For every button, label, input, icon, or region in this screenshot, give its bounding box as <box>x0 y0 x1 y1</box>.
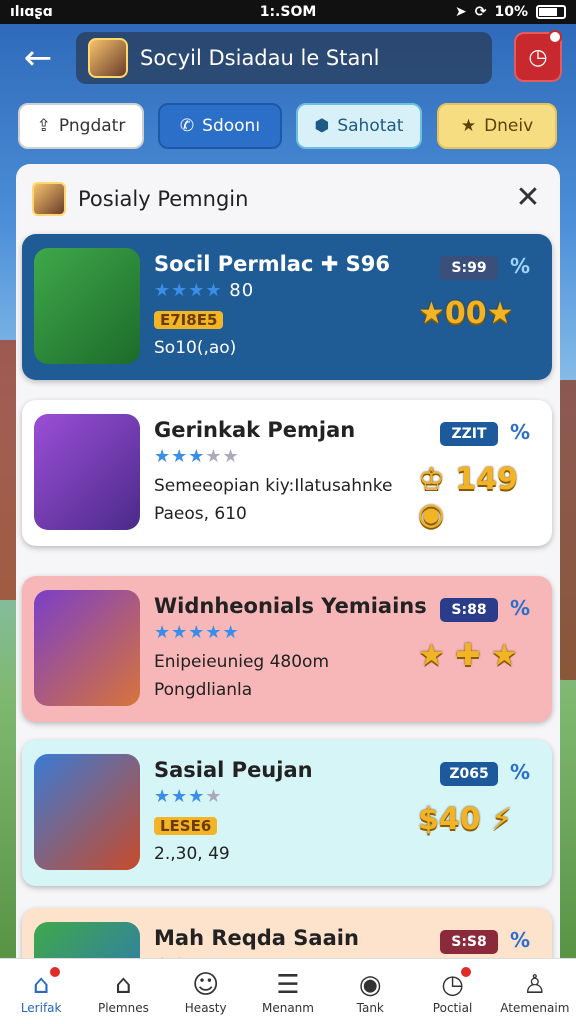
house-outline-icon: ⌂ <box>115 969 132 1000</box>
game-detail: Semeeopian kiy:Ilatusahnke <box>154 476 393 496</box>
rating-stars: ★★★★ <box>154 786 223 807</box>
panel-header: Posialy Pemngin <box>16 164 560 234</box>
tab-label: Plemnes <box>97 1000 149 1015</box>
game-card[interactable]: Widnheonials Yemiains ★★★★★ Enipeieunieg 4… <box>22 576 552 722</box>
tab-lerifak[interactable]: ⌂ Lerifak <box>0 959 82 1024</box>
panel-avatar <box>32 182 66 216</box>
status-badge: S:99 <box>440 256 498 280</box>
game-subtext: Pongdlianla <box>154 680 253 700</box>
game-icon <box>34 754 140 870</box>
notification-dot <box>548 30 562 44</box>
tab-menanm[interactable]: ☰ Menanm <box>247 959 329 1024</box>
chip-pngdatr[interactable]: ⇪ Pngdatr <box>18 103 144 149</box>
chip-label: Dneiv <box>484 116 534 136</box>
reward-badge[interactable]: ★00★ <box>418 296 514 331</box>
bottom-tab-bar: ⌂ Lerifak ⌂ Plemnes ☺ Heasty ☰ Menanm ◉ Tank ◷ Poct… <box>0 958 576 1024</box>
game-card[interactable]: Mah Reqda Saain★★S:S8% <box>22 908 552 964</box>
notification-icon: ◷ <box>528 44 548 70</box>
tab-notification-dot <box>48 965 62 979</box>
battery-icon <box>536 5 566 19</box>
game-name: Mah Reqda Saain <box>154 926 359 950</box>
game-subtext: 2.,30, 49 <box>154 844 230 864</box>
chip-label: Pngdatr <box>58 116 126 136</box>
tab-label: Poctial <box>432 1000 473 1015</box>
rating-stars: ★★★★★ <box>154 622 240 643</box>
status-badge: S:S8 <box>440 930 498 954</box>
game-icon <box>34 248 140 364</box>
tab-label: Atemenaim <box>500 1000 570 1015</box>
person-icon: ♙ <box>523 969 547 1000</box>
top-bar: ← Socyil Dsiadau le Stanl ◷ <box>0 24 576 96</box>
tab-label: Tank <box>356 1000 384 1015</box>
game-card[interactable]: Gerinkak Pemjan ★★★★★ Semeeopian kiy:Ilatu… <box>22 400 552 546</box>
status-badge: S:88 <box>440 598 498 622</box>
rating-stars: ★★★★ 80 <box>154 280 255 301</box>
status-badge: Z065 <box>440 762 498 786</box>
chip-label: Sahotat <box>337 116 404 136</box>
tab-poctial[interactable]: ◷ Poctial <box>411 959 493 1024</box>
percent-icon: % <box>510 928 531 952</box>
percent-icon: % <box>510 420 531 444</box>
status-time: 1:.SOM <box>259 4 317 20</box>
game-subtext: Paeos, 610 <box>154 504 247 524</box>
chat-icon: ◉ <box>358 969 382 1000</box>
games-panel: Posialy Pemngin ✕ Socil Permlac ✚ S96 ★★★… <box>16 164 560 964</box>
reward-badge[interactable]: ★ ✚ ★ <box>418 638 518 673</box>
reward-badge[interactable]: $40 ⚡ <box>418 802 512 837</box>
game-name: Sasial Peujan <box>154 758 313 782</box>
arrow-left-icon[interactable]: ← <box>18 38 58 78</box>
tab-heasty[interactable]: ☺ Heasty <box>165 959 247 1024</box>
list-icon: ☰ <box>276 969 300 1000</box>
tab-plemnes[interactable]: ⌂ Plemnes <box>82 959 164 1024</box>
game-name: Socil Permlac ✚ S96 <box>154 252 390 276</box>
game-name: Gerinkak Pemjan <box>154 418 356 442</box>
percent-icon: % <box>510 760 531 784</box>
tab-label: Menanm <box>261 1000 314 1015</box>
rating-stars: ★★★★★ <box>154 446 240 467</box>
phone-icon: ✆ <box>179 116 195 136</box>
notification-button[interactable]: ◷ <box>514 30 562 82</box>
box-icon: ⬢ <box>314 116 330 136</box>
filter-chips: ⇪ Pngdatr ✆ Sdoonı ⬢ Sahotat ★ Dneiv <box>18 103 558 149</box>
page-title: Socyil Dsiadau le Stanl <box>140 46 380 70</box>
star-icon: ★ <box>460 116 477 136</box>
percent-icon: % <box>510 254 531 278</box>
user-icon: ☺ <box>192 969 220 1000</box>
percent-icon: % <box>510 596 531 620</box>
chip-dneiv[interactable]: ★ Dneiv <box>437 103 557 149</box>
game-card[interactable]: Socil Permlac ✚ S96 ★★★★ 80 E7I8E5 So10(,ao… <box>22 234 552 380</box>
game-detail: Enipeieunieg 480om <box>154 652 330 672</box>
tab-label: Lerifak <box>20 1000 62 1015</box>
game-subtext: So10(,ao) <box>154 338 237 358</box>
status-bar: ılıɑʂɑ 1:.SOM ➤ ⟳ 10% <box>0 0 576 24</box>
chip-sdooni[interactable]: ✆ Sdoonı <box>158 103 282 149</box>
tab-notification-dot <box>459 965 474 979</box>
avatar <box>88 38 128 78</box>
game-detail: E7I8E5 <box>154 310 224 330</box>
reward-badge[interactable]: ♔ 149 ◉ <box>418 462 552 532</box>
chip-sahotat[interactable]: ⬢ Sahotat <box>296 103 422 149</box>
game-icon <box>34 590 140 706</box>
game-detail: LESE6 <box>154 816 218 836</box>
title-box: Socyil Dsiadau le Stanl <box>76 32 492 84</box>
tab-label: Heasty <box>184 1000 227 1015</box>
tab-tank[interactable]: ◉ Tank <box>329 959 411 1024</box>
game-icon <box>34 414 140 530</box>
chip-label: Sdoonı <box>202 116 261 136</box>
game-card[interactable]: Sasial Peujan ★★★★ LESE6 2.,30, 49 Z065% $40 … <box>22 740 552 886</box>
upload-icon: ⇪ <box>36 116 51 136</box>
game-name: Widnheonials Yemiains <box>154 594 427 618</box>
status-badge: ZZIT <box>440 422 498 446</box>
home-icon: ⌂ <box>32 969 50 1000</box>
close-icon[interactable]: ✕ <box>512 182 544 214</box>
panel-title: Posialy Pemngin <box>78 187 249 211</box>
tab-atemenaim[interactable]: ♙ Atemenaim <box>494 959 576 1024</box>
